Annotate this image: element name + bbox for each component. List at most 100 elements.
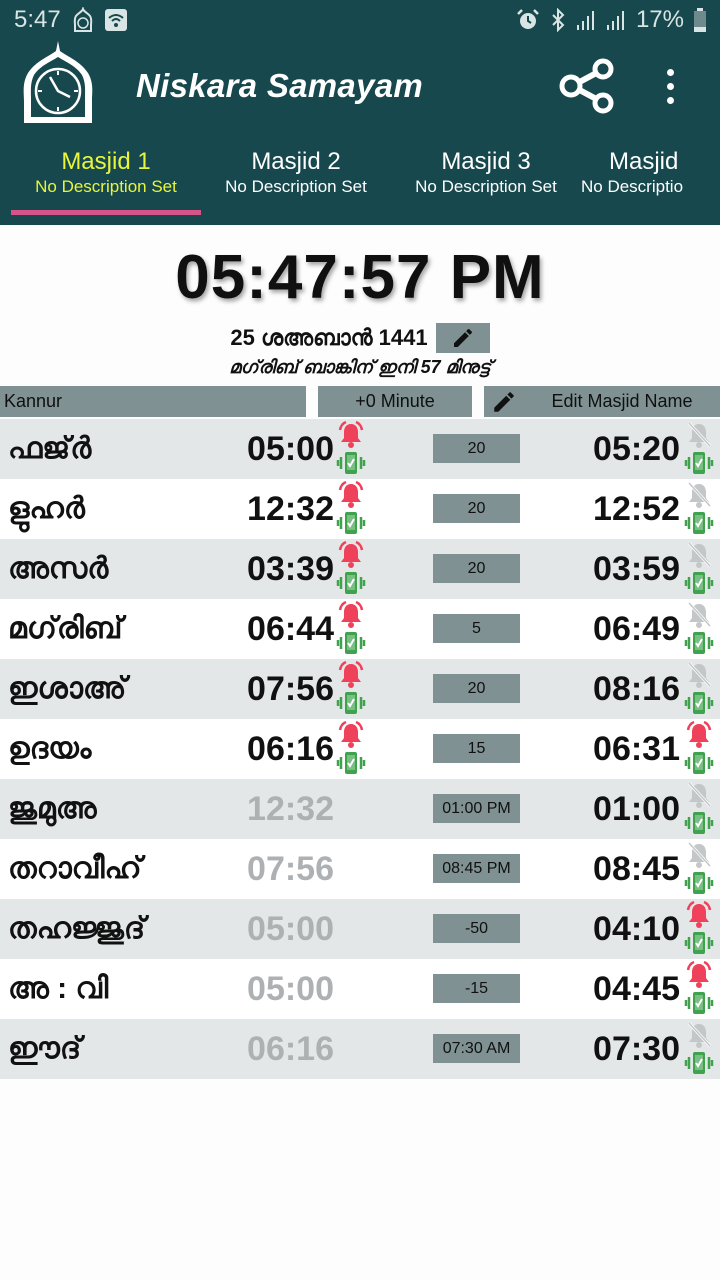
vibrate-icon[interactable]: [684, 630, 714, 656]
bell-off-icon[interactable]: [684, 780, 714, 810]
bell-off-icon[interactable]: [684, 1020, 714, 1050]
prayer-start-time[interactable]: 07:56: [247, 668, 334, 710]
prayer-name: തഹജ്ജുദ്: [8, 912, 146, 945]
end-offset-button[interactable]: -15: [433, 974, 520, 1003]
bell-ringing-icon[interactable]: [336, 540, 366, 570]
start-alarm-controls: [334, 660, 368, 718]
vibrate-icon[interactable]: [336, 570, 366, 596]
signal-icon: [576, 9, 596, 31]
prayer-end-time[interactable]: 06:31: [593, 728, 680, 770]
end-offset-button[interactable]: 5: [433, 614, 520, 643]
more-options-button[interactable]: [654, 60, 686, 112]
end-offset-button[interactable]: 20: [433, 674, 520, 703]
bell-ringing-icon[interactable]: [336, 420, 366, 450]
bell-ringing-icon[interactable]: [684, 720, 714, 750]
vibrate-icon[interactable]: [684, 870, 714, 896]
tab-label: Masjid: [609, 148, 679, 175]
prayer-start-time[interactable]: 05:00: [247, 428, 334, 470]
vibrate-icon[interactable]: [684, 750, 714, 776]
bell-off-icon[interactable]: [684, 420, 714, 450]
end-offset-button[interactable]: 01:00 PM: [433, 794, 520, 823]
vibrate-icon[interactable]: [336, 510, 366, 536]
share-icon: [559, 58, 614, 114]
end-offset-button[interactable]: 08:45 PM: [433, 854, 520, 883]
time-adjustment-button[interactable]: +0 Minute: [318, 386, 472, 417]
bell-ringing-icon[interactable]: [684, 900, 714, 930]
end-alarm-controls: [682, 660, 716, 718]
start-alarm-controls: [334, 780, 368, 838]
end-alarm-controls: [682, 900, 716, 958]
prayer-start-time[interactable]: 03:39: [247, 548, 334, 590]
vibrate-icon[interactable]: [336, 750, 366, 776]
current-time: 05:47:57 PM: [175, 243, 545, 312]
prayer-row: ളുഹർ 12:32 20 12:52: [0, 479, 720, 539]
end-offset-button[interactable]: -50: [433, 914, 520, 943]
prayer-times-list: ഫജ്ർ 05:00 20 05:20 ളുഹർ 12:32 20 12:52 …: [0, 419, 720, 1079]
end-offset-button[interactable]: 20: [433, 434, 520, 463]
start-alarm-controls: [334, 600, 368, 658]
vibrate-icon[interactable]: [684, 690, 714, 716]
bell-ringing-icon[interactable]: [336, 600, 366, 630]
end-offset-button[interactable]: 15: [433, 734, 520, 763]
edit-date-button[interactable]: [435, 323, 490, 353]
prayer-start-time[interactable]: 05:00: [247, 908, 334, 950]
vibrate-icon[interactable]: [684, 570, 714, 596]
edit-masjid-name-label: Edit Masjid Name: [551, 391, 693, 411]
prayer-end-time[interactable]: 03:59: [593, 548, 680, 590]
vibrate-icon[interactable]: [684, 810, 714, 836]
prayer-row: അ : വി 05:00 -15 04:45: [0, 959, 720, 1019]
bell-ringing-icon[interactable]: [336, 660, 366, 690]
vibrate-icon[interactable]: [336, 690, 366, 716]
prayer-end-time[interactable]: 04:45: [593, 968, 680, 1010]
tab-masjid-1[interactable]: Masjid 1 No Description Set: [11, 132, 201, 225]
bell-ringing-icon[interactable]: [684, 960, 714, 990]
tab-masjid-3[interactable]: Masjid 3 No Description Set: [391, 132, 581, 225]
prayer-end-time[interactable]: 05:20: [593, 428, 680, 470]
vibrate-icon[interactable]: [684, 930, 714, 956]
prayer-row: തറാവീഹ് 07:56 08:45 PM 08:45: [0, 839, 720, 899]
bell-off-icon[interactable]: [684, 600, 714, 630]
status-bar: 5:47 17%: [0, 0, 720, 40]
prayer-start-time[interactable]: 12:32: [247, 788, 334, 830]
wifi-icon: [104, 9, 127, 31]
tab-masjid-2[interactable]: Masjid 2 No Description Set: [201, 132, 391, 225]
prayer-name: ഉദയം: [8, 732, 92, 765]
bell-off-icon[interactable]: [684, 660, 714, 690]
prayer-end-time[interactable]: 06:49: [593, 608, 680, 650]
prayer-start-time[interactable]: 06:16: [247, 1028, 334, 1070]
prayer-start-time[interactable]: 06:44: [247, 608, 334, 650]
bell-ringing-icon[interactable]: [336, 480, 366, 510]
vibrate-icon[interactable]: [684, 990, 714, 1016]
tab-masjid-4[interactable]: Masjid No Descriptio: [581, 132, 711, 225]
bell-off-icon[interactable]: [684, 480, 714, 510]
tab-label: Masjid 3: [441, 148, 531, 175]
share-button[interactable]: [558, 58, 618, 114]
vibrate-icon[interactable]: [684, 510, 714, 536]
prayer-name: ളുഹർ: [8, 492, 85, 525]
prayer-start-time[interactable]: 05:00: [247, 968, 334, 1010]
prayer-start-time[interactable]: 07:56: [247, 848, 334, 890]
end-offset-button[interactable]: 20: [433, 554, 520, 583]
vibrate-icon[interactable]: [336, 450, 366, 476]
tab-description: No Description Set: [35, 177, 177, 196]
prayer-end-time[interactable]: 12:52: [593, 488, 680, 530]
bell-ringing-icon[interactable]: [336, 720, 366, 750]
start-alarm-controls: [334, 480, 368, 538]
end-offset-button[interactable]: 20: [433, 494, 520, 523]
prayer-start-time[interactable]: 12:32: [247, 488, 334, 530]
prayer-end-time[interactable]: 01:00: [593, 788, 680, 830]
edit-masjid-name-button[interactable]: Edit Masjid Name: [484, 386, 720, 417]
prayer-end-time[interactable]: 08:16: [593, 668, 680, 710]
end-offset-button[interactable]: 07:30 AM: [433, 1034, 520, 1063]
vibrate-icon[interactable]: [684, 1050, 714, 1076]
bell-off-icon[interactable]: [684, 540, 714, 570]
vibrate-icon[interactable]: [336, 630, 366, 656]
prayer-end-time[interactable]: 08:45: [593, 848, 680, 890]
prayer-end-time[interactable]: 07:30: [593, 1028, 680, 1070]
vibrate-icon[interactable]: [684, 450, 714, 476]
prayer-row: ഫജ്ർ 05:00 20 05:20: [0, 419, 720, 479]
prayer-end-time[interactable]: 04:10: [593, 908, 680, 950]
bell-off-icon[interactable]: [684, 840, 714, 870]
location-selector[interactable]: Kannur: [0, 386, 306, 417]
prayer-start-time[interactable]: 06:16: [247, 728, 334, 770]
